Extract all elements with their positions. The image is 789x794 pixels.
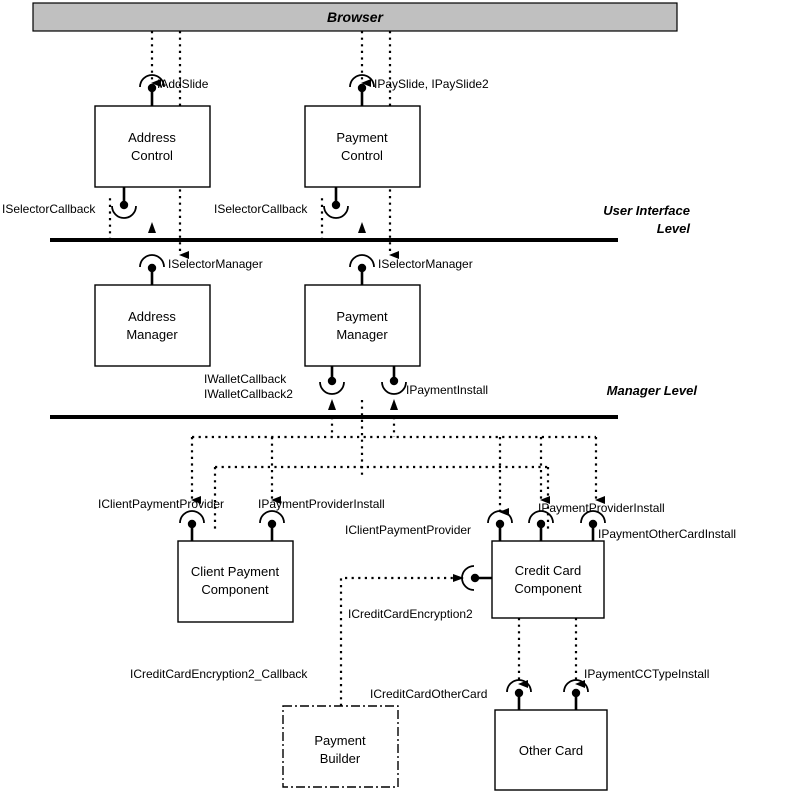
iface-label-iselectormanager-address: ISelectorManager	[168, 257, 263, 271]
connector-iclientpaymentprovider-credit	[487, 510, 513, 541]
arrow-wallet-callback-up	[328, 399, 336, 410]
connector-ipayslide	[349, 74, 375, 106]
box-label-payment-builder-line2: Builder	[320, 751, 361, 766]
box-label-payment-manager-line1: Payment	[336, 309, 388, 324]
box-label-payment-control-line2: Control	[341, 148, 383, 163]
connector-iselectorcallback-address	[111, 187, 137, 219]
iface-label-ipaymentothercardinstall: IPaymentOtherCardInstall	[598, 527, 736, 541]
iface-label-iwalletcallback2: IWalletCallback2	[204, 387, 293, 401]
box-label-address-manager-line1: Address	[128, 309, 176, 324]
iface-label-icreditcardothercard: ICreditCardOtherCard	[370, 687, 487, 701]
box-label-client-payment-component-line1: Client Payment	[191, 564, 280, 579]
iface-label-ipaymentcctypeinstall: IPaymentCCTypeInstall	[584, 667, 709, 681]
header-title: Browser	[327, 9, 385, 25]
connector-ipaymentproviderinstall-client	[259, 510, 285, 541]
box-address-control[interactable]	[94, 105, 211, 188]
box-payment-manager[interactable]	[304, 284, 421, 367]
iface-label-iselectorcallback-payment: ISelectorCallback	[214, 202, 308, 216]
iface-label-icreditcardencryption2-callback: ICreditCardEncryption2_Callback	[130, 667, 308, 681]
component-architecture-diagram: Address Control Payment Control Address …	[0, 0, 789, 794]
arrow-payment-install-up	[390, 399, 398, 410]
iface-label-ipayslide: IPaySlide, IPaySlide2	[374, 77, 489, 91]
connector-iwalletcallback	[319, 366, 345, 395]
connector-ipaymentproviderinstall-credit	[528, 510, 554, 541]
iface-label-iaddslide: IAddSlide	[157, 77, 209, 91]
box-address-manager[interactable]	[94, 284, 211, 367]
connector-iselectorcallback-payment	[323, 187, 349, 219]
box-payment-control[interactable]	[304, 105, 421, 188]
lane-label-ui-level-line1: User Interface	[603, 203, 690, 218]
iface-label-iwalletcallback: IWalletCallback	[204, 372, 287, 386]
box-label-credit-card-component-line1: Credit Card	[515, 563, 581, 578]
lane-label-ui-level-line2: Level	[657, 221, 691, 236]
arrow-address-callback-up	[148, 222, 156, 233]
iface-label-ipaymentinstall: IPaymentInstall	[406, 383, 488, 397]
connector-icreditcardothercard	[506, 679, 532, 710]
box-label-payment-manager-line2: Manager	[336, 327, 388, 342]
box-label-payment-control-line1: Payment	[336, 130, 388, 145]
arrow-payment-callback-up	[358, 222, 366, 233]
iface-label-ipaymentproviderinstall-client: IPaymentProviderInstall	[258, 497, 385, 511]
box-label-address-manager-line2: Manager	[126, 327, 178, 342]
connector-iselectormanager-address	[139, 254, 165, 285]
box-label-address-control-line1: Address	[128, 130, 176, 145]
diagram-canvas: Address Control Payment Control Address …	[2, 2, 736, 791]
connector-ipaymentcctypeinstall	[563, 679, 589, 710]
box-label-other-card-line1: Other Card	[519, 743, 583, 758]
box-label-client-payment-component-line2: Component	[201, 582, 269, 597]
iface-label-iselectorcallback-address: ISelectorCallback	[2, 202, 96, 216]
box-credit-card-component[interactable]	[491, 540, 605, 619]
lane-label-manager-level: Manager Level	[607, 383, 698, 398]
box-label-credit-card-component-line2: Component	[514, 581, 582, 596]
iface-label-ipaymentproviderinstall-credit: IPaymentProviderInstall	[538, 501, 665, 515]
iface-label-icreditcardencryption2: ICreditCardEncryption2	[348, 607, 473, 621]
iface-label-iclientpaymentprovider-client: IClientPaymentProvider	[98, 497, 224, 511]
connector-iclientpaymentprovider-client	[179, 510, 205, 541]
connector-iselectormanager-payment	[349, 254, 375, 285]
box-label-payment-builder-line1: Payment	[314, 733, 366, 748]
iface-label-iclientpaymentprovider-credit: IClientPaymentProvider	[345, 523, 471, 537]
connector-ipaymentinstall	[381, 366, 407, 395]
iface-label-iselectormanager-payment: ISelectorManager	[378, 257, 473, 271]
box-label-address-control-line2: Control	[131, 148, 173, 163]
connector-icreditcardencryption2	[461, 565, 492, 591]
